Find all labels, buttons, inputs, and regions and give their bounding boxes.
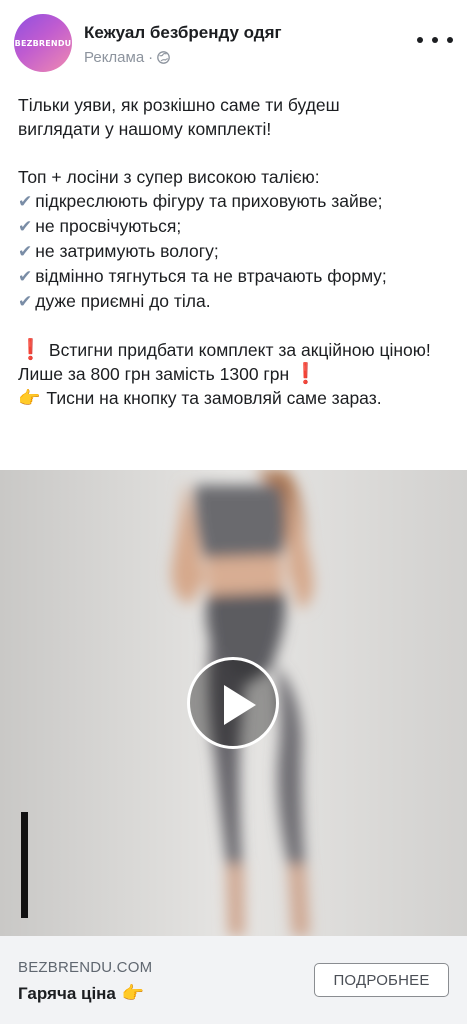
separator-dot: · [148, 49, 154, 66]
page-name-link[interactable]: Кежуал безбренду одяг [84, 23, 282, 43]
play-button-icon[interactable] [187, 657, 279, 749]
check-icon: ✔ [18, 292, 33, 311]
bullet-item: ✔ підкреслюють фігуру та приховують зайве… [18, 191, 383, 211]
post-body: Тільки уяви, як розкішно саме ти будеш в… [18, 93, 458, 410]
subtitle-line: Топ + лосіни з супер високою талією: [18, 167, 320, 187]
avatar-logo-text: BEZBRENDU [14, 38, 72, 48]
globe-icon [157, 51, 171, 64]
exclamation-icon: ❗ [18, 339, 43, 361]
sponsored-line: Реклама · [84, 49, 171, 66]
sponsored-label[interactable]: Реклама [84, 49, 144, 66]
check-icon: ✔ [18, 267, 33, 286]
link-domain[interactable]: BEZBRENDU.COM [18, 959, 152, 976]
call-to-action-line: 👉 Тисни на кнопку та замовляй саме зараз. [18, 388, 382, 408]
bullet-item: ✔ дуже приємні до тіла. [18, 291, 211, 311]
link-preview-bar[interactable]: BEZBRENDU.COM Гаряча ціна 👉 ПОДРОБНЕЕ [0, 936, 467, 1024]
check-icon: ✔ [18, 192, 33, 211]
intro-line: Тільки уяви, як розкішно саме ти будеш [18, 95, 340, 115]
bullet-item: ✔ не затримують вологу; [18, 241, 219, 261]
bullet-item: ✔ відмінно тягнуться та не втрачають форм… [18, 266, 387, 286]
link-headline[interactable]: Гаряча ціна 👉 [18, 983, 144, 1004]
intro-line: виглядати у нашому комплекті! [18, 119, 272, 139]
more-options-icon[interactable] [417, 30, 453, 50]
exclamation-icon: ❗ [293, 363, 319, 385]
pointing-hand-icon: 👉 [121, 983, 145, 1003]
page-avatar[interactable]: BEZBRENDU [14, 14, 72, 72]
check-icon: ✔ [18, 242, 33, 261]
more-dot [432, 37, 438, 43]
video-progress-bar[interactable] [21, 812, 28, 918]
bullet-item: ✔ не просвічуються; [18, 216, 182, 236]
check-icon: ✔ [18, 217, 33, 236]
promo-line: ❗ Встигни придбати комплект за акційною ц… [18, 339, 431, 385]
learn-more-button[interactable]: ПОДРОБНЕЕ [314, 963, 449, 997]
pointing-hand-icon: 👉 [18, 388, 41, 408]
more-dot [447, 37, 453, 43]
more-dot [417, 37, 423, 43]
post-header: BEZBRENDU Кежуал безбренду одяг Реклама … [0, 0, 467, 86]
